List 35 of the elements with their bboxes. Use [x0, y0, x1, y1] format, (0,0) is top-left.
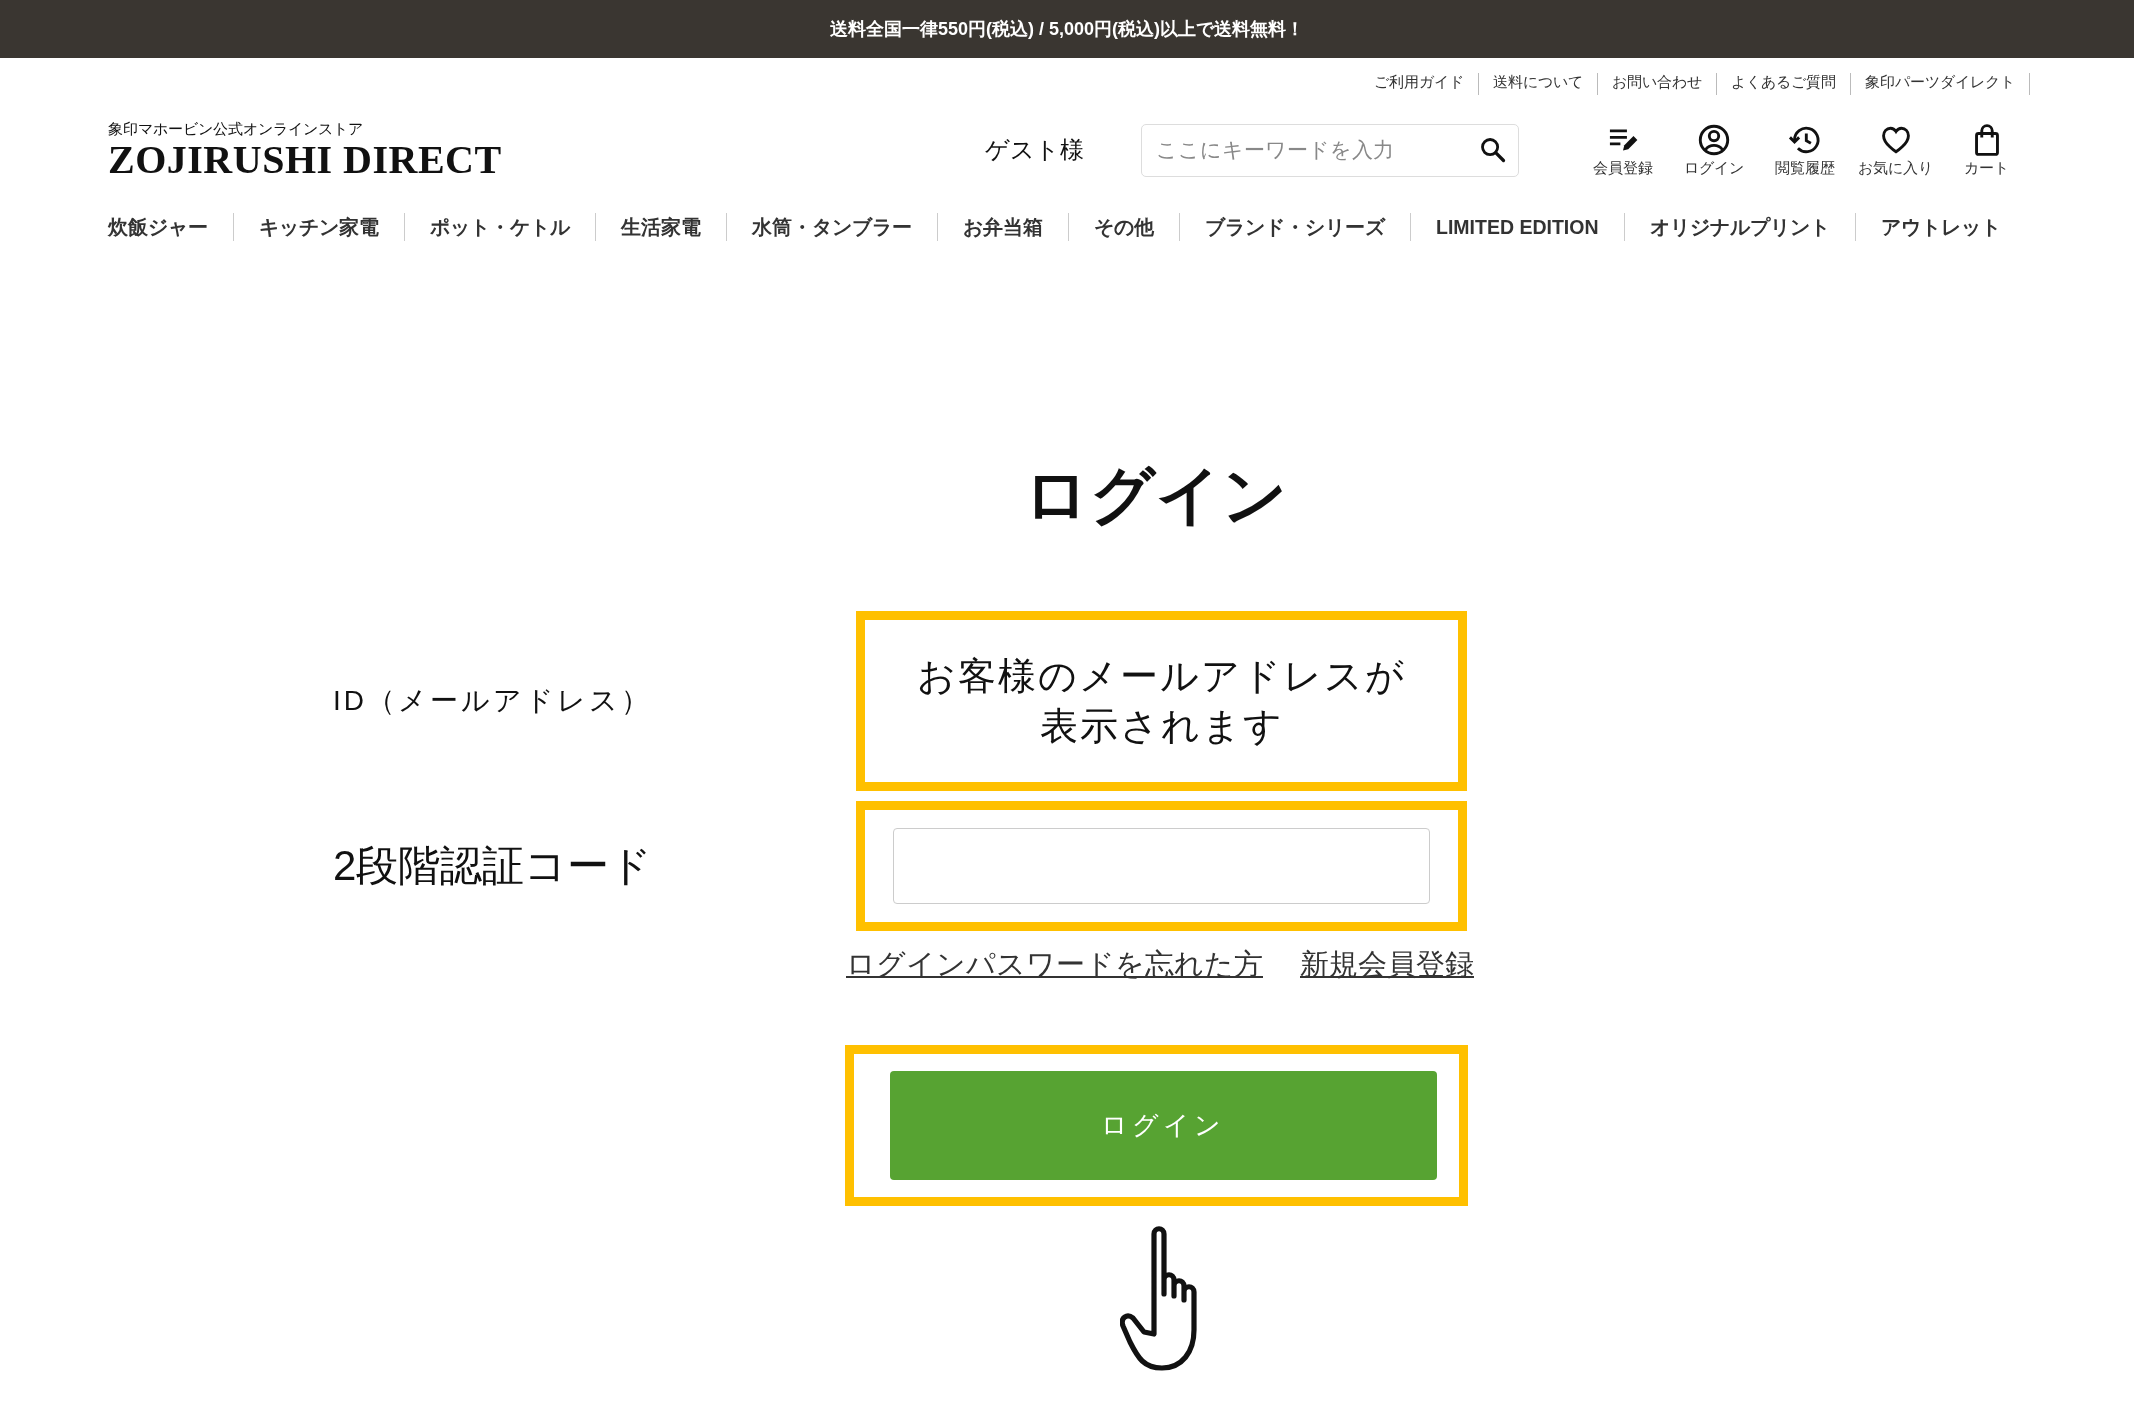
nav-link[interactable]: ブランド・シリーズ: [1205, 213, 1385, 241]
nav-link[interactable]: アウトレット: [1880, 213, 2001, 241]
header-link[interactable]: 会員登録: [1592, 158, 1653, 178]
logo-tagline: 象印マホービン公式オンラインストア: [108, 119, 364, 139]
nav-link[interactable]: 炊飯ジャー: [108, 213, 208, 241]
nav-link[interactable]: その他: [1094, 213, 1154, 241]
nav-link[interactable]: ポット・ケトル: [430, 213, 570, 241]
nav-link[interactable]: お弁当箱: [963, 213, 1043, 241]
nav-link[interactable]: オリジナルプリント: [1649, 213, 1830, 241]
search-icon[interactable]: [1479, 135, 1507, 164]
page-title: ログイン: [1023, 458, 1289, 533]
header-link[interactable]: よくあるご質問: [1717, 73, 1851, 95]
nav-link[interactable]: LIMITED EDITION: [1436, 215, 1599, 239]
announcement-text: 送料全国一律550円(税込) / 5,000円(税込)以上で送料無料！: [829, 18, 1305, 41]
header-link[interactable]: お問い合わせ: [1598, 73, 1717, 95]
field-label: ID（メールアドレス）: [333, 684, 653, 718]
header-link[interactable]: お気に入り: [1858, 158, 1933, 178]
user-circle-icon[interactable]: [1696, 122, 1731, 157]
text-link[interactable]: ログインパスワードを忘れた方: [846, 945, 1263, 985]
header-link[interactable]: ログイン: [1683, 158, 1744, 178]
logo[interactable]: ZOJIRUSHI DIRECT: [108, 138, 985, 181]
code-input[interactable]: [893, 828, 1430, 904]
guest-label: ゲスト様: [985, 135, 1085, 165]
header-link[interactable]: 象印パーツダイレクト: [1851, 73, 2030, 95]
nav-link[interactable]: キッチン家電: [259, 213, 379, 241]
search-field[interactable]: ここにキーワードを入力: [1141, 123, 1519, 177]
header-link[interactable]: 閲覧履歴: [1774, 158, 1835, 178]
email-value: お客様のメールアドレスが表示されます: [916, 654, 1407, 749]
header-link[interactable]: カート: [1964, 158, 2009, 178]
nav-link[interactable]: 水筒・タンブラー: [752, 213, 912, 241]
header-link[interactable]: ご利用ガイド: [1360, 73, 1479, 95]
nav-link[interactable]: 生活家電: [621, 213, 701, 241]
field-label: 2段階認証コード: [333, 841, 654, 891]
text-link[interactable]: 新規会員登録: [1300, 945, 1474, 985]
header-link[interactable]: 送料について: [1479, 73, 1598, 95]
